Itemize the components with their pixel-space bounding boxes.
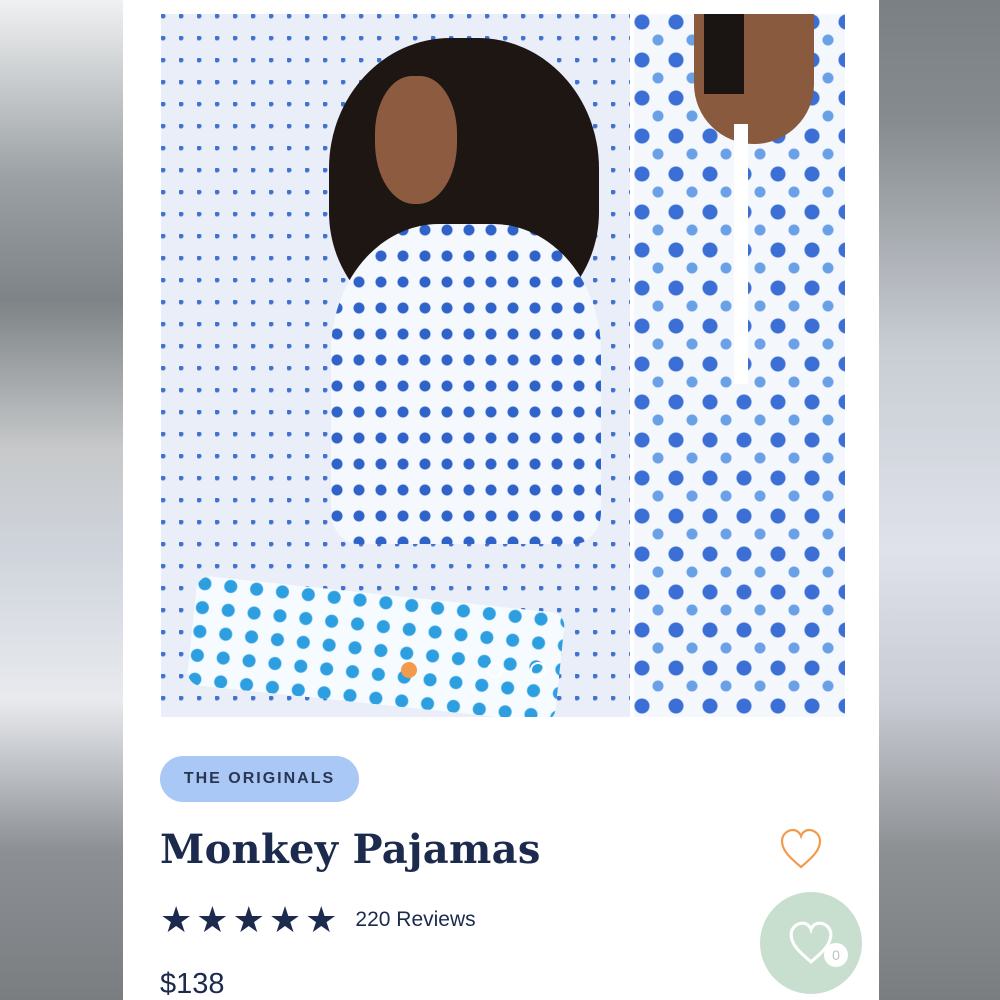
backdrop-right — [879, 0, 1000, 1000]
reviews-link[interactable]: 220 Reviews — [355, 908, 475, 932]
model-face — [375, 76, 457, 204]
carousel-dots — [401, 662, 546, 678]
carousel-slide-main[interactable] — [161, 14, 630, 717]
star-rating: ★ ★ ★ ★ ★ — [160, 902, 337, 938]
rating-row[interactable]: ★ ★ ★ ★ ★ 220 Reviews — [160, 902, 476, 938]
star-icon: ★ — [268, 899, 302, 940]
product-price: $138 — [160, 968, 225, 1000]
backdrop-left — [0, 0, 123, 1000]
model-pajamas — [331, 224, 601, 544]
heart-icon[interactable] — [779, 827, 823, 871]
wishlist-count-badge: 0 — [824, 943, 848, 967]
carousel-dot-3[interactable] — [530, 662, 546, 678]
star-icon: ★ — [196, 899, 229, 940]
wishlist-button[interactable]: 0 — [760, 892, 862, 994]
product-title: Monkey Pajamas — [160, 826, 541, 873]
product-card: THE ORIGINALS Monkey Pajamas ★ ★ ★ ★ ★ 2… — [123, 0, 879, 1000]
star-icon: ★ — [232, 899, 265, 940]
carousel-dot-2[interactable] — [487, 662, 503, 678]
carousel-dot-1[interactable] — [401, 662, 417, 678]
star-icon: ★ — [305, 899, 338, 940]
collection-tag[interactable]: THE ORIGINALS — [160, 756, 359, 802]
pillow — [186, 574, 566, 717]
image-carousel[interactable] — [161, 14, 845, 717]
carousel-slide-next[interactable] — [634, 14, 845, 717]
star-icon: ★ — [160, 899, 193, 940]
pajama-placket — [734, 124, 748, 384]
model-hair-strand — [704, 14, 744, 94]
